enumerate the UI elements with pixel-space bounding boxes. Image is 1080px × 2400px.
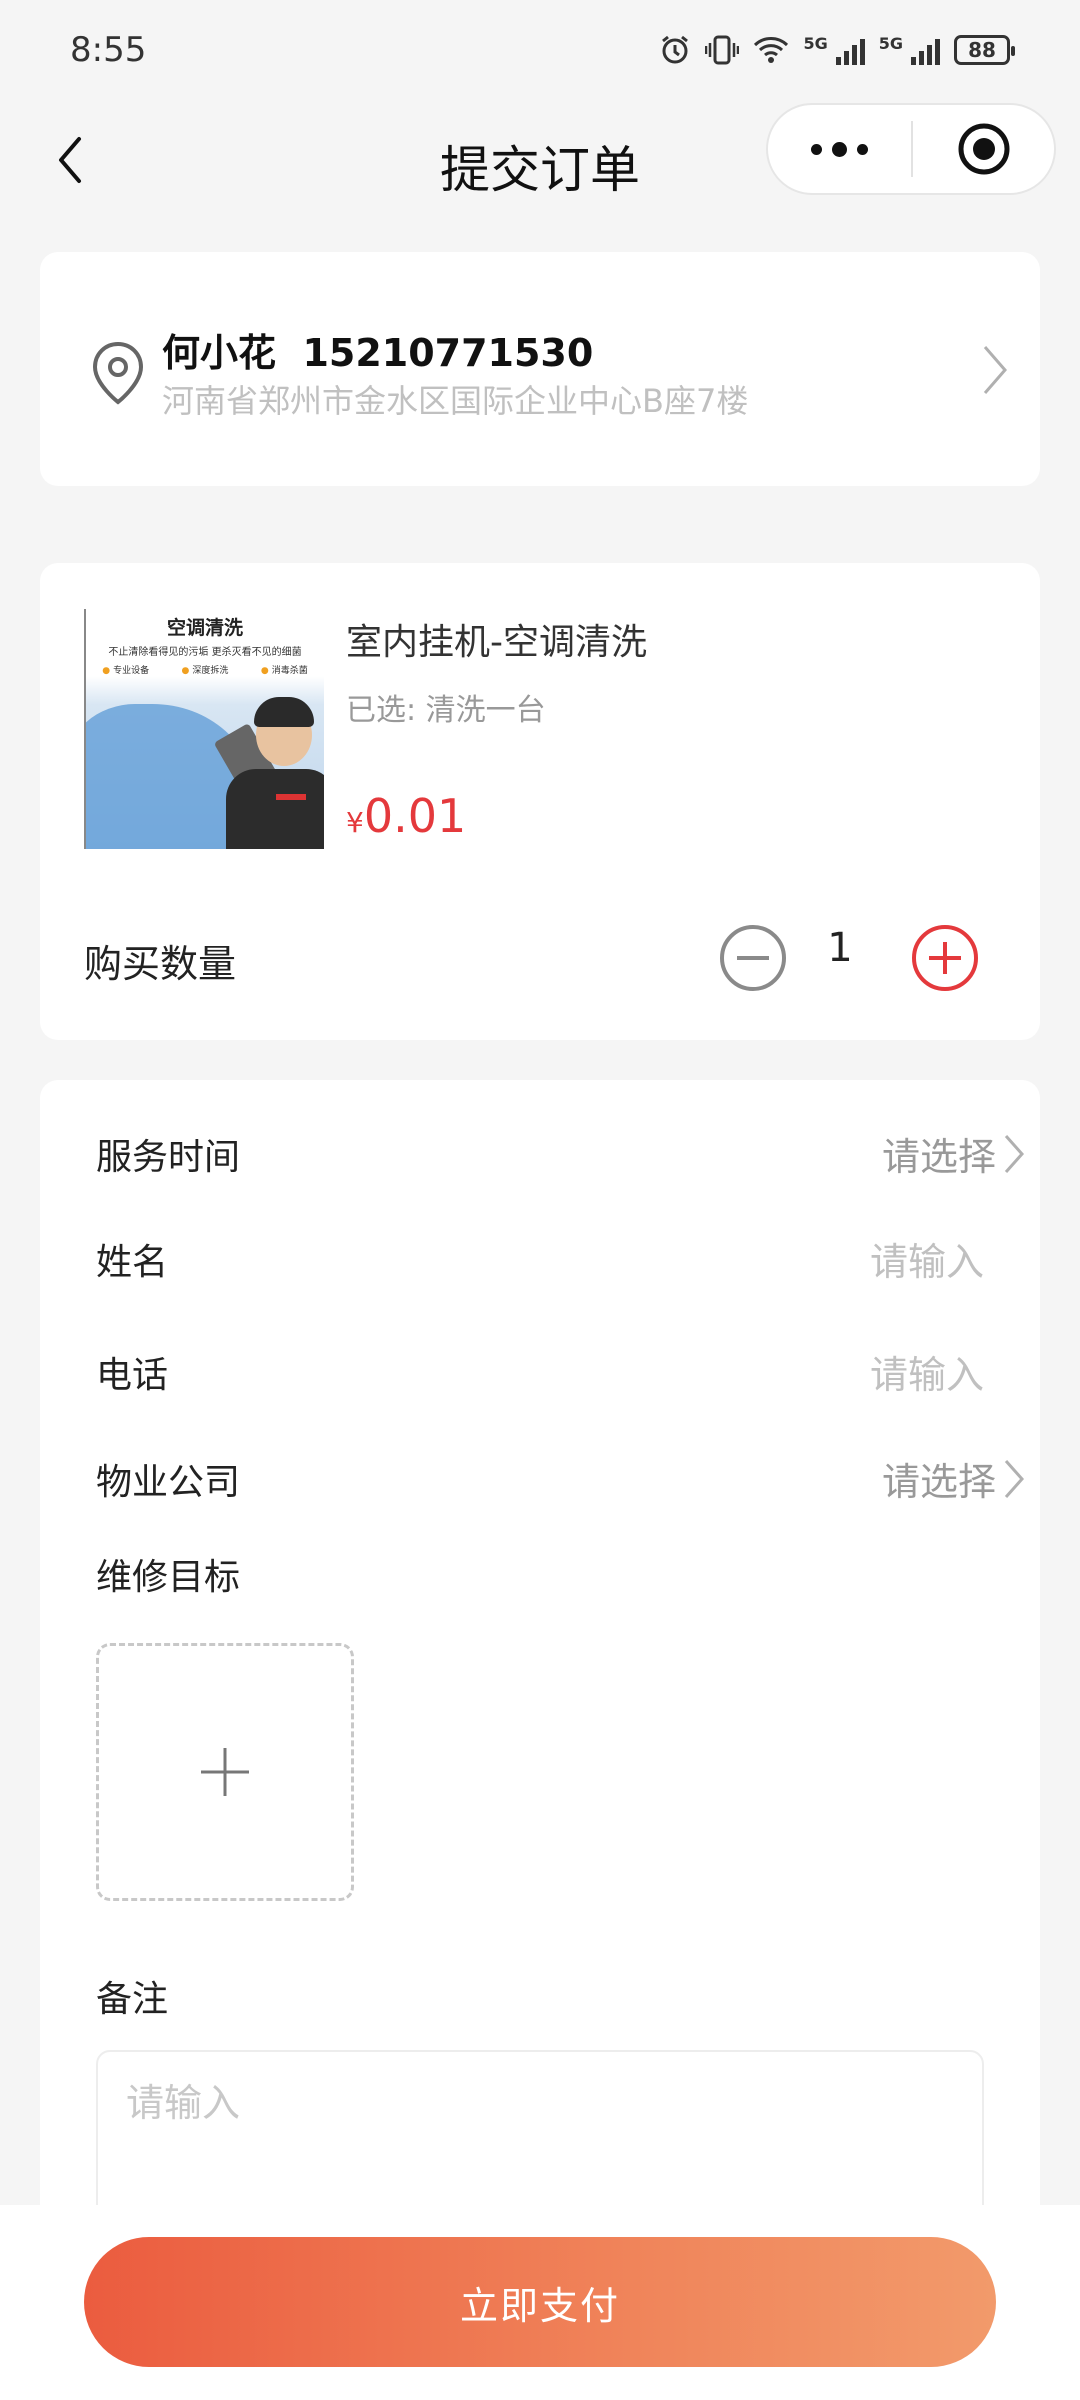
name-label: 姓名 (96, 1242, 169, 1283)
close-target-icon (958, 123, 1009, 175)
quantity-value: 1 (827, 925, 853, 971)
quantity-label: 购买数量 (84, 942, 237, 986)
name-input[interactable]: 请输入 (870, 1231, 984, 1286)
name-row: 姓名 请输入 (96, 1225, 1040, 1285)
property-company-value: 请选择 (881, 1460, 996, 1504)
phone-label: 电话 (96, 1355, 169, 1396)
product-image-person (226, 769, 324, 849)
status-bar: 8:55 5G 5G 88 (0, 0, 1080, 100)
property-company-label: 物业公司 (96, 1462, 241, 1503)
plus-circle-icon[interactable] (910, 923, 980, 993)
service-time-value: 请选择 (881, 1135, 996, 1179)
battery-level: 88 (968, 38, 996, 62)
mini-program-capsule (766, 103, 1056, 195)
repair-target-label: 维修目标 (96, 1557, 241, 1598)
product-image-tags: 专业设备 深度拆洗 消毒杀菌 (86, 663, 324, 676)
product-image-title: 空调清洗 (166, 617, 243, 639)
signal-1-label: 5G (803, 34, 828, 53)
remark-label: 备注 (96, 1979, 169, 2020)
product-image: 空调清洗 不止清除看得见的污垢 更杀灭看不见的细菌 专业设备 深度拆洗 消毒杀菌 (84, 609, 324, 849)
location-pin-icon (92, 341, 144, 405)
product-image-tag: 深度拆洗 (182, 663, 228, 676)
signal-1-icon (835, 35, 865, 65)
status-icons: 5G 5G 88 (659, 34, 1015, 66)
signal-2-label: 5G (878, 34, 903, 53)
address-detail: 河南省郑州市金水区国际企业中心B座7楼 (162, 382, 749, 420)
service-time-row[interactable]: 服务时间 请选择 (96, 1120, 1040, 1180)
property-company-select[interactable]: 请选择 (882, 1451, 1026, 1506)
product-name: 室内挂机-空调清洗 (346, 622, 647, 663)
remark-placeholder: 请输入 (126, 2081, 241, 2125)
battery-icon: 88 (954, 35, 1015, 65)
address-name-phone: 何小花 15210771530 (162, 331, 594, 375)
service-time-label: 服务时间 (96, 1137, 241, 1178)
wifi-icon (754, 37, 789, 63)
page: 8:55 5G 5G 88 提交订单 何小花 15210771530 河南省郑州… (0, 0, 1080, 2400)
product-image-subtitle: 不止清除看得见的污垢 更杀灭看不见的细菌 (108, 647, 302, 658)
chevron-right-icon (983, 346, 1007, 394)
vibrate-icon (705, 35, 740, 65)
product-image-tag: 专业设备 (102, 663, 149, 676)
product-image-tag: 消毒杀菌 (261, 663, 308, 676)
image-upload-button[interactable] (96, 1643, 354, 1901)
price-value: 0.01 (363, 789, 467, 843)
service-time-select[interactable]: 请选择 (882, 1126, 1026, 1181)
bottom-bar: 立即支付 (0, 2205, 1080, 2400)
status-time: 8:55 (70, 30, 147, 70)
phone-input[interactable]: 请输入 (870, 1344, 984, 1399)
product-card: 空调清洗 不止清除看得见的污垢 更杀灭看不见的细菌 专业设备 深度拆洗 消毒杀菌… (40, 563, 1040, 1040)
chevron-right-icon (1004, 1459, 1025, 1498)
pay-now-button[interactable]: 立即支付 (84, 2237, 996, 2367)
minus-circle-icon[interactable] (718, 923, 788, 993)
more-button[interactable] (768, 105, 911, 193)
alarm-icon (662, 35, 689, 64)
more-icon (811, 141, 868, 157)
repair-target-row: 维修目标 (96, 1540, 1040, 1600)
nav-bar: 提交订单 (0, 100, 1080, 220)
signal-2-icon (911, 35, 940, 65)
address-card[interactable]: 何小花 15210771530 河南省郑州市金水区国际企业中心B座7楼 (40, 252, 1040, 486)
chevron-right-icon (1004, 1134, 1025, 1173)
phone-row: 电话 请输入 (96, 1338, 1040, 1398)
order-form: 服务时间 请选择 姓名 请输入 电话 请输入 物业公司 请选择 维修目标 备注 … (40, 1080, 1040, 2400)
price-symbol: ¥ (346, 806, 364, 839)
product-selected-spec: 已选: 清洗一台 (346, 693, 546, 728)
plus-icon (201, 1748, 249, 1796)
product-price: ¥0.01 (346, 789, 466, 843)
property-company-row[interactable]: 物业公司 请选择 (96, 1445, 1040, 1505)
close-button[interactable] (913, 105, 1054, 193)
